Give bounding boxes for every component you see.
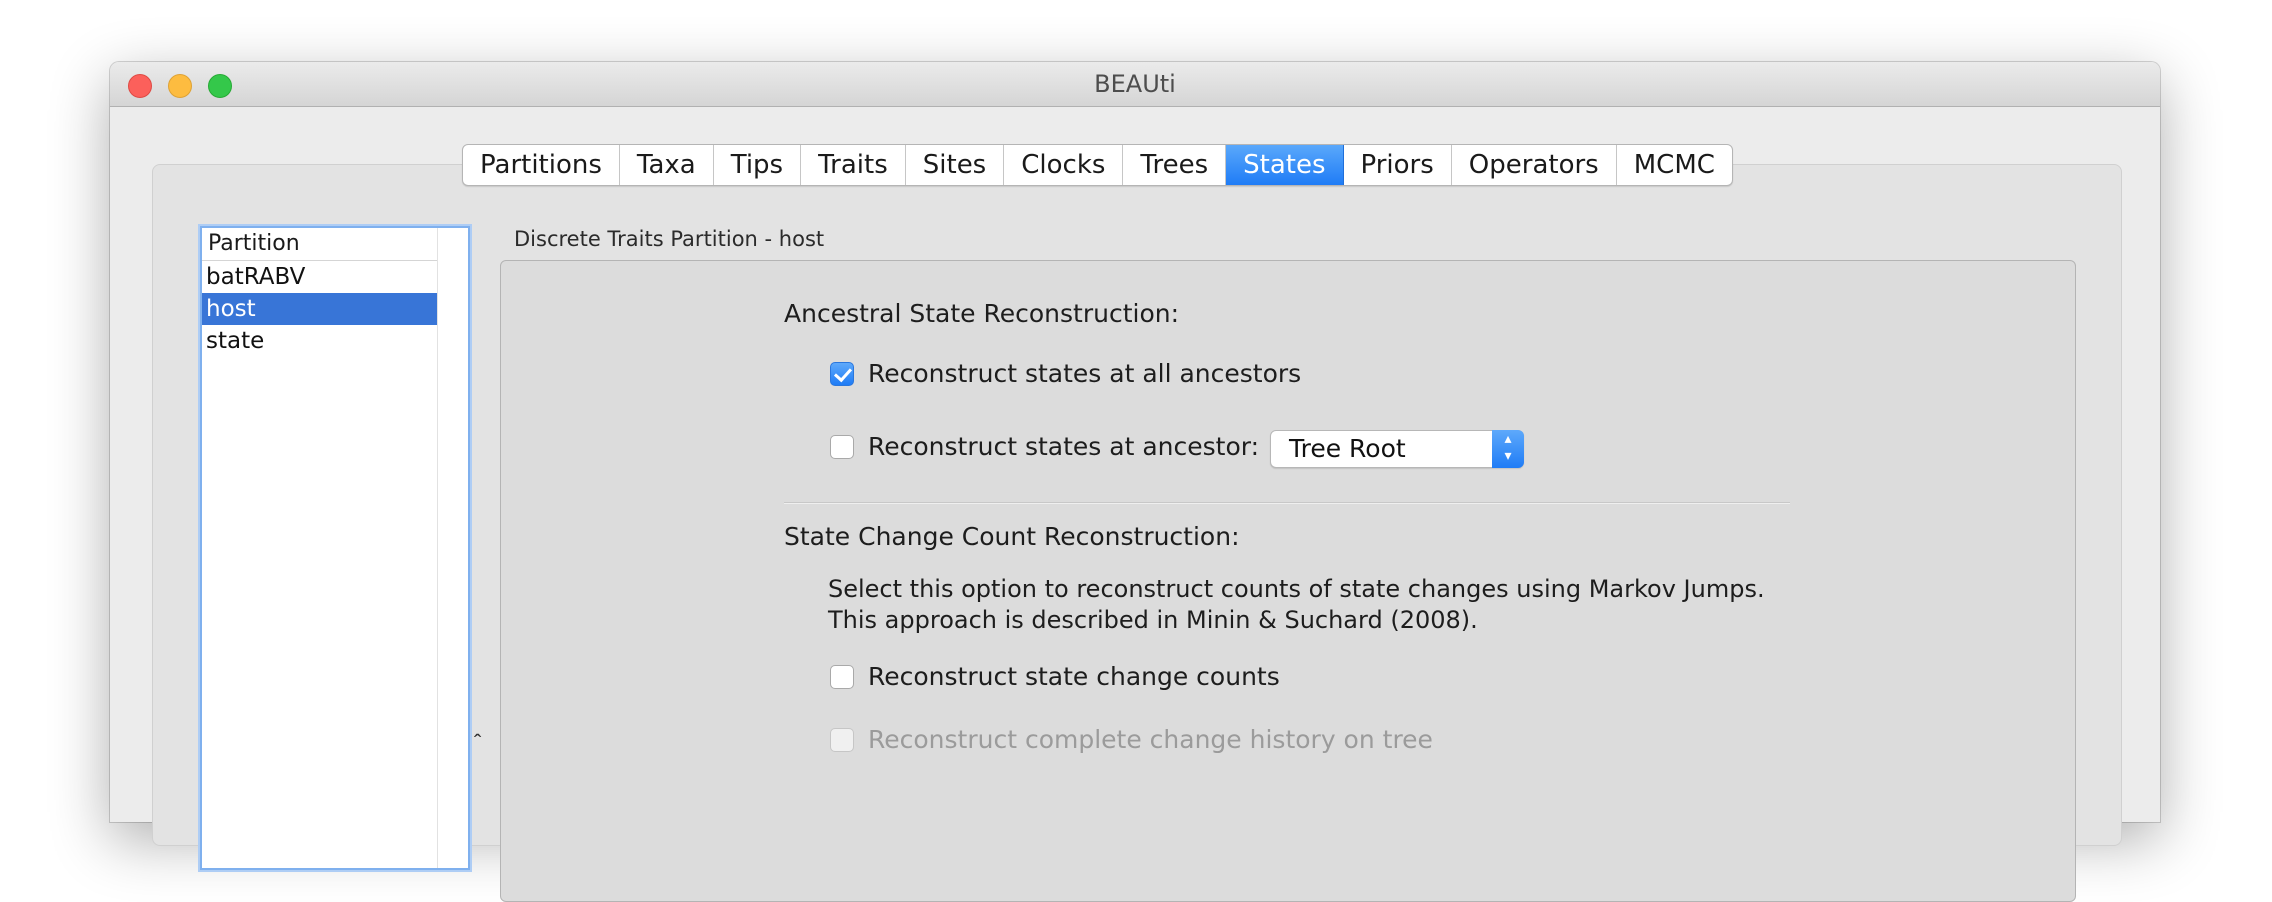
tab-mcmc[interactable]: MCMC bbox=[1617, 145, 1732, 185]
tab-taxa[interactable]: Taxa bbox=[620, 145, 714, 185]
list-item[interactable]: host bbox=[202, 293, 438, 325]
section-divider bbox=[784, 502, 1790, 504]
tab-sites[interactable]: Sites bbox=[906, 145, 1005, 185]
reconstruct-at-label[interactable]: Reconstruct states at ancestor: bbox=[868, 432, 1259, 461]
reconstruct-counts-label[interactable]: Reconstruct state change counts bbox=[868, 662, 1280, 691]
ancestor-select[interactable]: Tree Root ▴ ▾ bbox=[1270, 430, 1524, 468]
tab-states[interactable]: States bbox=[1226, 145, 1344, 185]
tab-traits[interactable]: Traits bbox=[801, 145, 906, 185]
window-title: BEAUti bbox=[1094, 70, 1176, 98]
list-item[interactable]: batRABV bbox=[202, 261, 438, 293]
panel-title: Discrete Traits Partition - host bbox=[514, 227, 825, 251]
tab-trees[interactable]: Trees bbox=[1123, 145, 1227, 185]
tab-partitions[interactable]: Partitions bbox=[463, 145, 620, 185]
partition-list-header[interactable]: Partition bbox=[202, 228, 438, 261]
tab-bar: Partitions Taxa Tips Traits Sites Clocks… bbox=[462, 144, 1733, 186]
reconstruct-counts-checkbox[interactable] bbox=[830, 665, 854, 689]
split-pane-caret-icon[interactable]: ˆ bbox=[474, 730, 481, 756]
reconstruct-all-checkbox[interactable] bbox=[830, 362, 854, 386]
ancestor-select-value: Tree Root bbox=[1289, 434, 1406, 463]
tab-clocks[interactable]: Clocks bbox=[1004, 145, 1124, 185]
reconstruct-all-label[interactable]: Reconstruct states at all ancestors bbox=[868, 359, 1301, 388]
ancestral-heading: Ancestral State Reconstruction: bbox=[784, 299, 1180, 328]
reconstruct-history-checkbox bbox=[830, 728, 854, 752]
tab-priors[interactable]: Priors bbox=[1344, 145, 1452, 185]
list-item[interactable]: state bbox=[202, 325, 438, 357]
reconstruct-history-label: Reconstruct complete change history on t… bbox=[868, 725, 1433, 754]
select-arrows-icon: ▴ ▾ bbox=[1492, 430, 1524, 468]
tab-tips[interactable]: Tips bbox=[714, 145, 802, 185]
partition-list[interactable]: Partition batRABV host state bbox=[200, 226, 470, 870]
count-description: Select this option to reconstruct counts… bbox=[828, 575, 1765, 634]
partition-list-scrollbar[interactable] bbox=[437, 228, 468, 868]
reconstruct-at-checkbox[interactable] bbox=[830, 435, 854, 459]
tab-operators[interactable]: Operators bbox=[1452, 145, 1617, 185]
title-bar[interactable]: BEAUti bbox=[110, 62, 2160, 107]
count-heading: State Change Count Reconstruction: bbox=[784, 522, 1240, 551]
